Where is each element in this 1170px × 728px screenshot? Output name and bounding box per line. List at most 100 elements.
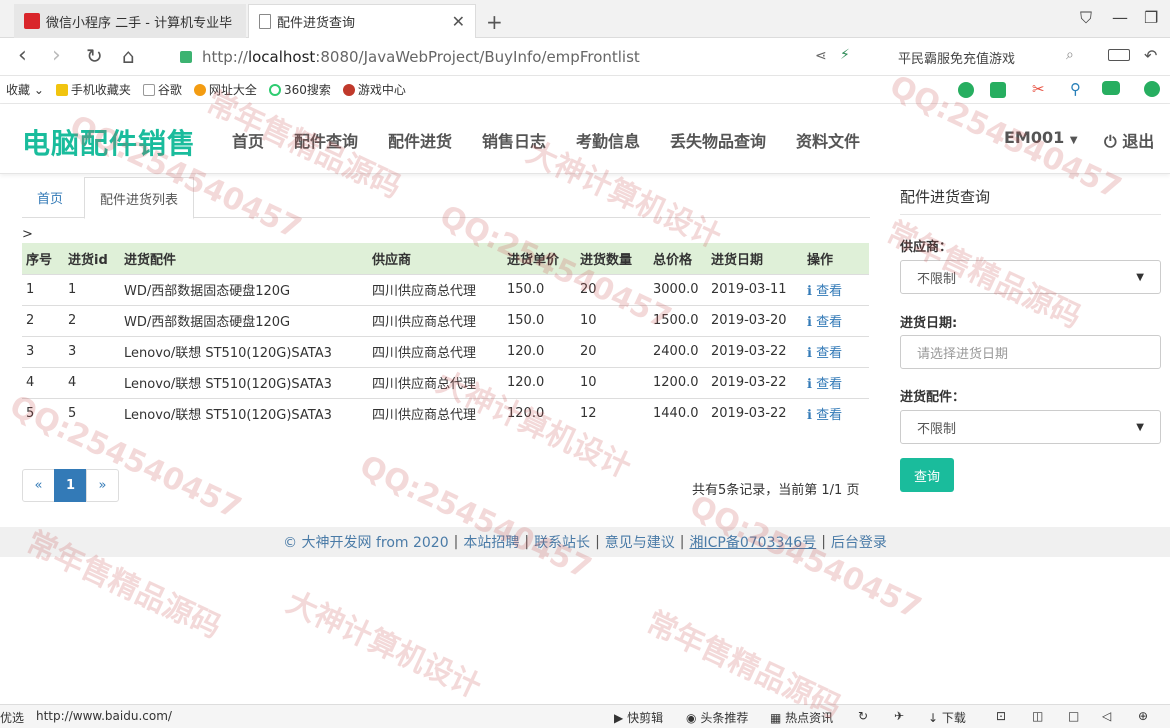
user-menu[interactable]: EM001 ▼: [1004, 128, 1078, 147]
table-row: 4 4 Lenovo/联想 ST510(120G)SATA3 四川供应商总代理 120.…: [22, 366, 869, 398]
col-supplier: 供应商: [368, 243, 503, 274]
browser-tab-active[interactable]: 配件进货查询 ✕: [248, 4, 476, 38]
zoom-icon[interactable]: ⊕: [1138, 709, 1148, 723]
view-link[interactable]: ℹ 查看: [803, 304, 869, 336]
logout-button[interactable]: ⏻ 退出: [1104, 128, 1154, 152]
screenshot-icon[interactable]: ⊡: [996, 709, 1006, 723]
address-bar-row: ‹ › ↻ ⌂ http://localhost:8080/JavaWebPro…: [0, 38, 1170, 76]
back-icon[interactable]: ‹: [18, 44, 27, 68]
window-icon[interactable]: □: [1068, 709, 1079, 723]
lightning-icon[interactable]: ⚡: [840, 47, 850, 63]
nav-attendance[interactable]: 考勤信息: [576, 128, 640, 152]
minimize-icon[interactable]: —: [1112, 8, 1128, 27]
translate-ext-icon[interactable]: [990, 82, 1006, 98]
folder-icon: [55, 83, 68, 96]
new-tab-button[interactable]: +: [486, 10, 503, 34]
hao-icon: [193, 83, 206, 96]
nav-lost-items[interactable]: 丢失物品查询: [670, 128, 766, 152]
info-icon: ℹ: [807, 346, 812, 361]
nav-part-purchase[interactable]: 配件进货: [388, 128, 452, 152]
purchase-date-input[interactable]: 请选择进货日期: [900, 335, 1161, 369]
status-headlines[interactable]: ◉ 头条推荐: [686, 709, 748, 726]
bookmark-mobile[interactable]: 手机收藏夹: [55, 81, 131, 98]
table-row: 3 3 Lenovo/联想 ST510(120G)SATA3 四川供应商总代理 120.…: [22, 335, 869, 367]
nav-sales-log[interactable]: 销售日志: [482, 128, 546, 152]
info-icon: ℹ: [807, 284, 812, 299]
footer-link-jobs[interactable]: 本站招聘: [463, 532, 519, 552]
query-panel-title: 配件进货查询: [900, 186, 1161, 215]
part-select[interactable]: 不限制 ▼: [900, 410, 1161, 444]
tab-home[interactable]: 首页: [22, 177, 78, 218]
status-quickclip[interactable]: ▶ 快剪辑: [614, 709, 663, 726]
breadcrumb-arrow: >: [22, 227, 33, 242]
url-path: :8080/JavaWebProject/BuyInfo/empFrontlis…: [315, 48, 640, 66]
gamepad-icon[interactable]: [1102, 81, 1120, 95]
view-link[interactable]: ℹ 查看: [803, 366, 869, 398]
footer-copyright[interactable]: © 大神开发网 from 2020: [283, 532, 449, 552]
status-hotnews[interactable]: ▦ 热点资讯: [770, 709, 833, 726]
forward-icon[interactable]: ›: [52, 44, 61, 68]
nav-home[interactable]: 首页: [232, 128, 264, 152]
bookmark-hao[interactable]: 网址大全: [193, 81, 257, 98]
page-1-button[interactable]: 1: [54, 469, 87, 502]
site-brand[interactable]: 电脑配件销售: [22, 122, 196, 162]
refresh-small-icon[interactable]: ↻: [858, 709, 868, 723]
search-suggestion[interactable]: 平民霸服免充值游戏: [898, 48, 1015, 67]
secure-icon: [180, 51, 192, 63]
nav-files[interactable]: 资料文件: [796, 128, 860, 152]
site-footer: © 大神开发网 from 2020 | 本站招聘 | 联系站长 | 意见与建议 | 湘I…: [0, 527, 1170, 557]
col-part: 进货配件: [120, 243, 368, 274]
volume-icon[interactable]: ◁: [1102, 709, 1111, 723]
magnifier-icon[interactable]: ⚲: [1070, 80, 1081, 98]
battery-icon[interactable]: [1108, 49, 1130, 61]
view-link[interactable]: ℹ 查看: [803, 273, 869, 305]
watermark-text: QQ:254540457: [684, 488, 927, 627]
url-field[interactable]: http://localhost:8080/JavaWebProject/Buy…: [180, 44, 880, 70]
table-row: 5 5 Lenovo/联想 ST510(120G)SATA3 四川供应商总代理 120.…: [22, 397, 869, 429]
scissors-icon[interactable]: ✂: [1032, 80, 1045, 98]
yen-icon[interactable]: [1144, 81, 1160, 97]
bookmark-360[interactable]: 360搜索: [268, 81, 331, 98]
home-icon[interactable]: ⌂: [122, 44, 135, 68]
view-link[interactable]: ℹ 查看: [803, 397, 869, 429]
info-icon: ℹ: [807, 408, 812, 424]
share-icon[interactable]: ⋖: [815, 48, 827, 64]
page-icon: [142, 83, 155, 96]
prev-page-button[interactable]: «: [22, 469, 55, 502]
site-favicon-icon: [24, 13, 40, 29]
caret-down-icon: ▼: [1069, 135, 1078, 146]
col-quantity: 进货数量: [576, 243, 649, 274]
view-link[interactable]: ℹ 查看: [803, 335, 869, 367]
footer-admin-login[interactable]: 后台登录: [831, 532, 887, 552]
info-icon: ℹ: [807, 377, 812, 392]
bookmark-favorites[interactable]: 收藏 ⌄: [6, 81, 44, 98]
pin-icon[interactable]: ✈: [894, 709, 904, 723]
power-icon: ⏻: [1104, 132, 1117, 151]
watermark-text: QQ:254540457: [354, 448, 597, 587]
restore-icon[interactable]: ❐: [1144, 8, 1158, 27]
undo-icon[interactable]: ↶: [1144, 46, 1157, 65]
reload-icon[interactable]: ↻: [86, 44, 103, 68]
search-icon[interactable]: ⌕: [1066, 47, 1074, 63]
bookmark-games[interactable]: 游戏中心: [342, 81, 406, 98]
query-button[interactable]: 查询: [900, 458, 954, 492]
supplier-select[interactable]: 不限制 ▼: [900, 260, 1161, 294]
footer-link-contact[interactable]: 联系站长: [534, 532, 590, 552]
bookmarks-bar: 收藏 ⌄ 手机收藏夹 谷歌 网址大全 360搜索 游戏中心 ✂ ⚲: [0, 76, 1170, 104]
status-download[interactable]: ↓ 下载: [928, 709, 966, 726]
browser-tab-bar: 微信小程序 二手 - 计算机专业毕 配件进货查询 ✕ + ⛉ — ❐: [0, 0, 1170, 38]
col-unit-price: 进货单价: [503, 243, 576, 274]
tab-purchase-list[interactable]: 配件进货列表: [84, 177, 195, 219]
shirt-skin-icon[interactable]: ⛉: [1080, 8, 1092, 28]
nav-part-query[interactable]: 配件查询: [294, 128, 358, 152]
footer-icp[interactable]: 湘ICP备0703346号: [690, 532, 817, 552]
split-icon[interactable]: ◫: [1032, 709, 1043, 723]
next-page-button[interactable]: »: [86, 469, 119, 502]
date-label: 进货日期:: [900, 316, 958, 331]
footer-link-feedback[interactable]: 意见与建议: [605, 532, 675, 552]
close-tab-icon[interactable]: ✕: [452, 12, 465, 31]
bookmark-google[interactable]: 谷歌: [142, 81, 182, 98]
browser-tab-wechat[interactable]: 微信小程序 二手 - 计算机专业毕: [14, 4, 246, 38]
tab-title: 配件进货查询: [277, 16, 356, 31]
wechat-ext-icon[interactable]: [958, 82, 974, 98]
